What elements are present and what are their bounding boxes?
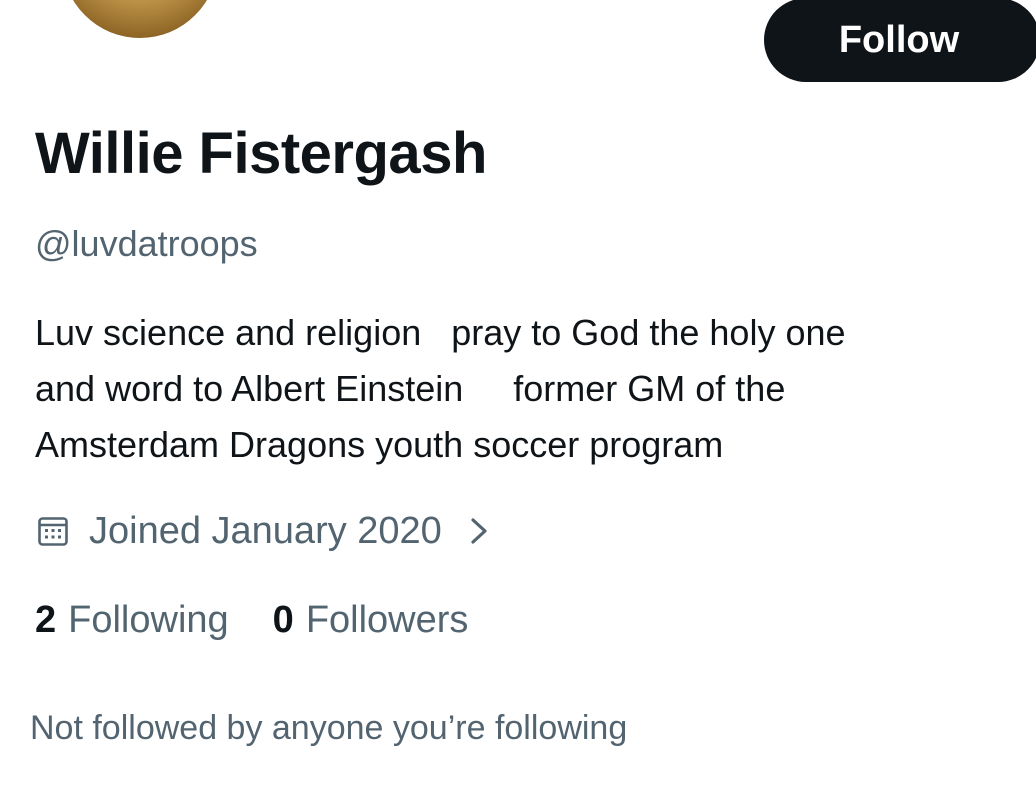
display-name: Willie Fistergash — [35, 121, 487, 186]
joined-date-row[interactable]: Joined January 2020 — [37, 505, 490, 557]
follow-counts: 2 Following 0 Followers — [35, 594, 468, 646]
followers-count: 0 — [272, 599, 294, 641]
followers-label: Followers — [305, 599, 469, 641]
bio-line: Luv science and religion pray to God the… — [35, 312, 846, 353]
followers-link[interactable]: 0 Followers — [273, 594, 469, 646]
following-link[interactable]: 2 Following — [35, 594, 229, 646]
following-count: 2 — [35, 599, 57, 641]
calendar-icon — [38, 517, 68, 546]
handle: @luvdatroops — [35, 223, 258, 264]
bio: Luv science and religion pray to God the… — [35, 305, 846, 473]
bio-line: and word to Albert Einstein former GM of… — [35, 368, 786, 409]
chevron-right-icon — [471, 518, 487, 544]
joined-date: Joined January 2020 — [89, 510, 442, 552]
avatar[interactable] — [62, 0, 218, 38]
following-label: Following — [68, 599, 229, 641]
mutual-followers-note: Not followed by anyone you’re following — [30, 709, 628, 747]
follow-button[interactable]: Follow — [764, 0, 1036, 82]
bio-line: Amsterdam Dragons youth soccer program — [35, 424, 724, 465]
